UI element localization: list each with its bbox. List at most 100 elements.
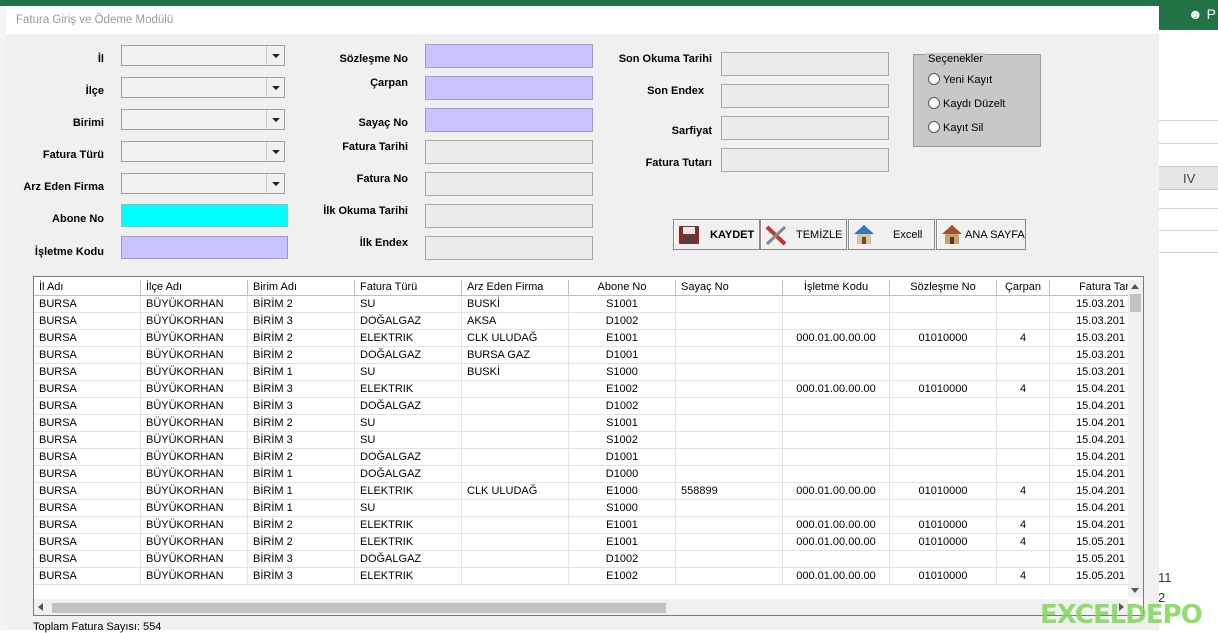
fatura-tutari-field[interactable] [721,148,889,172]
sayac-no-field[interactable] [425,108,593,132]
table-cell [462,551,569,568]
radio-yeni-kayit[interactable]: Yeni Kayıt [928,73,992,86]
table-cell: DOĞALGAZ [355,551,462,568]
table-row[interactable]: BURSA BÜYÜKORHAN BİRİM 2 ELEKTRIK E1001 000.0… [34,534,1130,551]
kaydet-button[interactable]: KAYDET [673,219,760,250]
table-row[interactable]: BURSA BÜYÜKORHAN BİRİM 3 DOĞALGAZ D1002 15.04… [34,398,1130,415]
table-cell: 000.01.00.00.00 [783,483,890,500]
chevron-down-icon[interactable] [266,46,284,65]
scroll-thumb[interactable] [52,603,666,613]
chevron-down-icon[interactable] [266,110,284,129]
table-row[interactable]: BURSA BÜYÜKORHAN BİRİM 2 DOĞALGAZ D1001 15.04… [34,449,1130,466]
table-cell [783,313,890,330]
table-row[interactable]: BURSA BÜYÜKORHAN BİRİM 1 SU S1000 15.04.201 [34,500,1130,517]
table-cell [997,551,1050,568]
excel-cell[interactable]: 11 [1158,570,1172,585]
table-cell: D1002 [569,551,676,568]
column-header[interactable]: Abone No [569,280,676,296]
arz-eden-firma-combo[interactable] [121,173,285,194]
table-row[interactable]: BURSA BÜYÜKORHAN BİRİM 1 DOĞALGAZ D1000 15.04… [34,466,1130,483]
column-header[interactable]: İl Adı [34,280,141,296]
column-header[interactable]: Sözleşme No [890,280,997,296]
table-row[interactable]: BURSA BÜYÜKORHAN BİRİM 3 SU S1002 15.04.201 [34,432,1130,449]
scroll-left-icon[interactable] [38,603,43,611]
table-row[interactable]: BURSA BÜYÜKORHAN BİRİM 2 ELEKTRIK CLK ULUDAĞ… [34,330,1130,347]
fatura-turu-combo[interactable] [121,141,285,162]
ilk-endex-field[interactable] [425,236,593,260]
excel-column-header[interactable]: IV [1159,166,1218,190]
table-cell: 01010000 [890,330,997,347]
table-cell: BÜYÜKORHAN [141,500,248,517]
radio-circle-icon[interactable] [928,97,940,109]
table-cell: D1002 [569,398,676,415]
radio-kaydi-duzelt[interactable]: Kaydı Düzelt [928,97,1005,110]
column-header[interactable]: Çarpan [997,280,1050,296]
horizontal-scrollbar[interactable] [34,599,1128,615]
chevron-down-icon[interactable] [266,78,284,97]
radio-kayit-sil[interactable]: Kayıt Sil [928,121,983,134]
column-header[interactable]: Fatura Türü [355,280,462,296]
ana-sayfa-button[interactable]: ANA SAYFA [936,219,1026,250]
son-endex-field[interactable] [721,84,889,108]
userform-window: Fatura Giriş ve Ödeme Modülü İl İlçe Bir… [6,6,1159,633]
table-cell [462,466,569,483]
abone-no-field[interactable] [121,204,288,227]
table-row[interactable]: BURSA BÜYÜKORHAN BİRİM 3 ELEKTRIK E1002 000.0… [34,568,1130,585]
chevron-down-icon[interactable] [266,174,284,193]
table-row[interactable]: BURSA BÜYÜKORHAN BİRİM 2 SU BUSKİ S1001 15.03.… [34,296,1130,313]
table-cell [997,415,1050,432]
table-cell: BÜYÜKORHAN [141,449,248,466]
table-row[interactable]: BURSA BÜYÜKORHAN BİRİM 3 DOĞALGAZ AKSA D1002 1… [34,313,1130,330]
temizle-button[interactable]: TEMİZLE [760,219,847,250]
column-header[interactable]: Arz Eden Firma [462,280,569,296]
isletme-kodu-field[interactable] [121,236,288,259]
table-row[interactable]: BURSA BÜYÜKORHAN BİRİM 1 ELEKTRIK CLK ULUDAĞ… [34,483,1130,500]
fatura-tarihi-field[interactable] [425,140,593,164]
table-cell: 15.03.201 [1050,330,1130,347]
table-cell [676,364,783,381]
table-row[interactable]: BURSA BÜYÜKORHAN BİRİM 2 SU S1001 15.04.201 [34,415,1130,432]
il-combo[interactable] [121,45,285,66]
table-row[interactable]: BURSA BÜYÜKORHAN BİRİM 3 ELEKTRIK E1002 000.0… [34,381,1130,398]
scroll-down-icon[interactable] [1131,588,1139,593]
column-header[interactable]: İşletme Kodu [783,280,890,296]
scroll-thumb[interactable] [1130,294,1141,312]
column-header[interactable]: İlçe Adı [141,280,248,296]
table-cell: SU [355,364,462,381]
column-header[interactable]: Birim Adı [248,280,355,296]
radio-circle-icon[interactable] [928,73,940,85]
invoice-listbox[interactable]: İl Adı İlçe Adı Birim Adı Fatura Türü Arz Ed… [33,276,1144,616]
radio-circle-icon[interactable] [928,121,940,133]
chevron-down-icon[interactable] [266,142,284,161]
sarfiyat-field[interactable] [721,116,889,140]
table-cell: BİRİM 2 [248,415,355,432]
fatura-no-field[interactable] [425,172,593,196]
table-row[interactable]: BURSA BÜYÜKORHAN BİRİM 2 DOĞALGAZ BURSA GAZ D… [34,347,1130,364]
table-cell: BİRİM 2 [248,517,355,534]
label-son-endex: Son Endex [647,85,704,97]
column-header[interactable]: Fatura Tar [1050,280,1130,296]
vertical-scrollbar[interactable] [1128,280,1143,597]
table-cell: BİRİM 3 [248,568,355,585]
birimi-combo[interactable] [121,109,285,130]
ilce-combo[interactable] [121,77,285,98]
column-header[interactable]: Sayaç No [676,280,783,296]
sozlesme-no-field[interactable] [425,44,593,68]
ilk-okuma-tarihi-field[interactable] [425,204,593,228]
table-row[interactable]: BURSA BÜYÜKORHAN BİRİM 2 ELEKTRIK E1001 000.0… [34,517,1130,534]
table-cell [783,415,890,432]
table-cell: DOĞALGAZ [355,449,462,466]
excell-button[interactable]: Excell [848,219,935,250]
table-cell: SU [355,500,462,517]
save-disk-icon [679,226,699,244]
user-account-icon[interactable]: ☻ P [1188,6,1216,22]
table-cell [783,296,890,313]
label-fatura-tutari: Fatura Tutarı [645,157,712,169]
table-cell: BURSA [34,551,141,568]
table-row[interactable]: BURSA BÜYÜKORHAN BİRİM 1 SU BUSKİ S1000 15.03.… [34,364,1130,381]
table-cell [676,551,783,568]
carpan-field[interactable] [425,76,593,100]
scroll-up-icon[interactable] [1131,284,1139,289]
son-okuma-tarihi-field[interactable] [721,52,889,76]
table-row[interactable]: BURSA BÜYÜKORHAN BİRİM 3 DOĞALGAZ D1002 15.05… [34,551,1130,568]
